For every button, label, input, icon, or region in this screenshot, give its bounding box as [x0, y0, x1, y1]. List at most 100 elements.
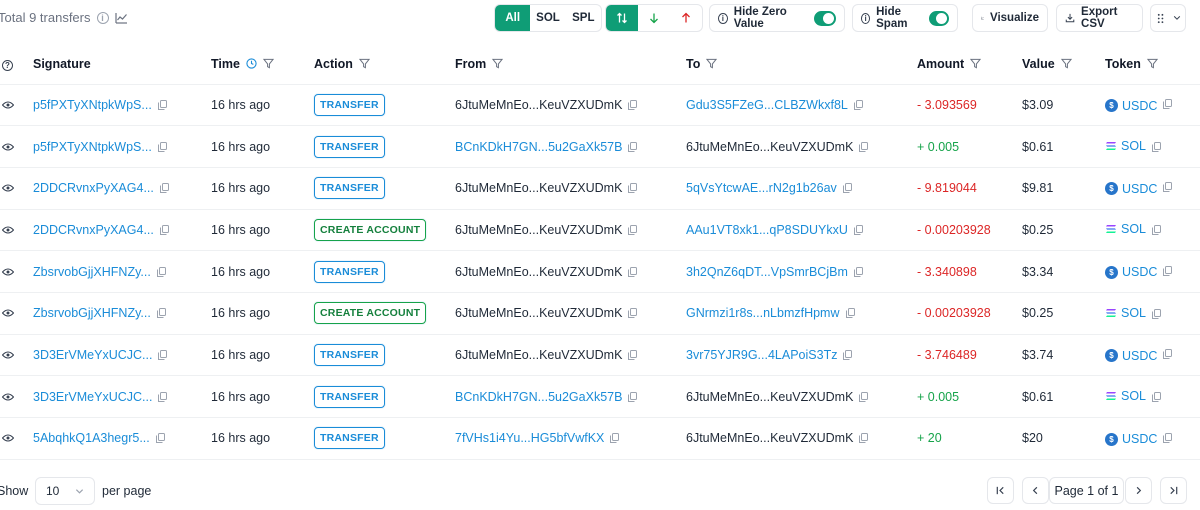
filter-spl-button[interactable]: SPL: [566, 5, 601, 31]
copy-icon[interactable]: [628, 308, 638, 319]
to-address[interactable]: GNrmzi1r8s...nLbmzfHpmw: [686, 306, 840, 320]
copy-icon[interactable]: [156, 266, 166, 277]
last-page-button[interactable]: [1160, 477, 1187, 504]
info-icon[interactable]: i: [96, 11, 109, 24]
copy-icon[interactable]: [1152, 225, 1162, 236]
from-address[interactable]: 6JtuMeMnEo...KeuVZXUDmK: [455, 181, 622, 195]
chart-icon[interactable]: [114, 12, 128, 24]
direction-out-button[interactable]: [670, 5, 702, 31]
token-link[interactable]: SOL: [1105, 222, 1146, 236]
signature-link[interactable]: 2DDCRvnxPyXAG4...: [33, 181, 154, 195]
from-address[interactable]: BCnKDkH7GN...5u2GaXk57B: [455, 390, 622, 404]
signature-link[interactable]: 2DDCRvnxPyXAG4...: [33, 223, 154, 237]
copy-icon[interactable]: [845, 308, 855, 319]
filter-sol-button[interactable]: SOL: [530, 5, 565, 31]
token-link[interactable]: $ USDC: [1105, 432, 1157, 446]
filter-icon[interactable]: [492, 58, 504, 69]
filter-all-button[interactable]: All: [495, 5, 531, 31]
to-address[interactable]: 3vr75YJR9G...4LAPoiS3Tz: [686, 348, 837, 362]
copy-icon[interactable]: [1163, 432, 1173, 443]
eye-icon[interactable]: [2, 268, 14, 276]
table-row[interactable]: 2DDCRvnxPyXAG4... 16 hrs ago TRANSFER 6JtuM…: [0, 166, 1200, 210]
copy-icon[interactable]: [628, 391, 638, 402]
copy-icon[interactable]: [843, 349, 853, 360]
first-page-button[interactable]: [987, 477, 1014, 504]
export-csv-button[interactable]: Export CSV: [1056, 4, 1143, 32]
token-link[interactable]: $ USDC: [1105, 349, 1157, 363]
copy-icon[interactable]: [628, 266, 638, 277]
filter-icon[interactable]: [262, 58, 274, 69]
copy-icon[interactable]: [1152, 308, 1162, 319]
eye-icon[interactable]: [2, 226, 14, 234]
toggle-switch[interactable]: [929, 10, 949, 26]
copy-icon[interactable]: [842, 183, 852, 194]
to-address[interactable]: 6JtuMeMnEo...KeuVZXUDmK: [686, 140, 853, 154]
direction-in-button[interactable]: [638, 5, 670, 31]
copy-icon[interactable]: [157, 99, 167, 110]
table-row[interactable]: p5fPXTyXNtpkWpS... 16 hrs ago TRANSFER BCnK…: [0, 125, 1200, 168]
copy-icon[interactable]: [156, 308, 166, 319]
signature-link[interactable]: 3D3ErVMeYxUCJC...: [33, 348, 152, 362]
signature-link[interactable]: p5fPXTyXNtpkWpS...: [33, 98, 152, 112]
copy-icon[interactable]: [859, 433, 869, 444]
copy-icon[interactable]: [853, 266, 863, 277]
signature-link[interactable]: p5fPXTyXNtpkWpS...: [33, 140, 152, 154]
table-row[interactable]: 5AbqhkQ1A3hegr5... 16 hrs ago TRANSFER 7fVH…: [0, 417, 1200, 460]
clock-icon[interactable]: [246, 58, 257, 69]
eye-icon[interactable]: [2, 351, 14, 359]
copy-icon[interactable]: [1163, 99, 1173, 110]
from-address[interactable]: 6JtuMeMnEo...KeuVZXUDmK: [455, 348, 622, 362]
copy-icon[interactable]: [159, 183, 169, 194]
more-options-button[interactable]: [1150, 4, 1186, 32]
eye-icon[interactable]: [2, 434, 14, 442]
eye-icon[interactable]: [2, 101, 14, 109]
token-link[interactable]: SOL: [1105, 389, 1146, 403]
table-row[interactable]: 2DDCRvnxPyXAG4... 16 hrs ago CREATE ACCOUN…: [0, 208, 1200, 251]
signature-link[interactable]: ZbsrvobGjjXHFNZy...: [33, 265, 151, 279]
copy-icon[interactable]: [859, 141, 869, 152]
table-row[interactable]: ZbsrvobGjjXHFNZy... 16 hrs ago TRANSFER 6Jt…: [0, 250, 1200, 293]
to-address[interactable]: Gdu3S5FZeG...CLBZWkxf8L: [686, 98, 848, 112]
from-address[interactable]: BCnKDkH7GN...5u2GaXk57B: [455, 140, 622, 154]
eye-icon[interactable]: [2, 184, 14, 192]
copy-icon[interactable]: [853, 224, 863, 235]
copy-icon[interactable]: [628, 141, 638, 152]
copy-icon[interactable]: [610, 433, 620, 444]
page-size-select[interactable]: 10: [35, 477, 95, 505]
filter-icon[interactable]: [1060, 58, 1072, 69]
eye-icon[interactable]: [2, 309, 14, 317]
table-row[interactable]: 3D3ErVMeYxUCJC... 16 hrs ago TRANSFER 6JtuM…: [0, 333, 1200, 376]
signature-link[interactable]: ZbsrvobGjjXHFNZy...: [33, 306, 151, 320]
from-address[interactable]: 6JtuMeMnEo...KeuVZXUDmK: [455, 306, 622, 320]
token-link[interactable]: $ USDC: [1105, 99, 1157, 113]
toggle-switch[interactable]: [814, 10, 836, 26]
copy-icon[interactable]: [1163, 349, 1173, 360]
copy-icon[interactable]: [628, 99, 638, 110]
copy-icon[interactable]: [628, 224, 638, 235]
token-link[interactable]: SOL: [1105, 139, 1146, 153]
table-row[interactable]: ZbsrvobGjjXHFNZy... 16 hrs ago CREATE ACCO…: [0, 291, 1200, 335]
copy-icon[interactable]: [1163, 182, 1173, 193]
eye-icon[interactable]: [2, 393, 14, 401]
to-address[interactable]: 6JtuMeMnEo...KeuVZXUDmK: [686, 390, 853, 404]
copy-icon[interactable]: [158, 349, 168, 360]
copy-icon[interactable]: [159, 224, 169, 235]
copy-icon[interactable]: [155, 433, 165, 444]
hide-zero-value-toggle[interactable]: i Hide Zero Value: [709, 4, 845, 32]
from-address[interactable]: 7fVHs1i4Yu...HG5bfVwfKX: [455, 431, 604, 445]
copy-icon[interactable]: [1152, 142, 1162, 153]
copy-icon[interactable]: [157, 141, 167, 152]
table-row[interactable]: p5fPXTyXNtpkWpS... 16 hrs ago TRANSFER 6Jtu…: [0, 83, 1200, 126]
visualize-button[interactable]: Visualize: [972, 4, 1048, 32]
filter-icon[interactable]: [970, 58, 982, 69]
next-page-button[interactable]: [1125, 477, 1152, 504]
hide-spam-toggle[interactable]: i Hide Spam: [852, 4, 958, 32]
previous-page-button[interactable]: [1022, 477, 1049, 504]
from-address[interactable]: 6JtuMeMnEo...KeuVZXUDmK: [455, 223, 622, 237]
from-address[interactable]: 6JtuMeMnEo...KeuVZXUDmK: [455, 98, 622, 112]
copy-icon[interactable]: [628, 183, 638, 194]
signature-link[interactable]: 5AbqhkQ1A3hegr5...: [33, 431, 150, 445]
copy-icon[interactable]: [859, 391, 869, 402]
to-address[interactable]: 6JtuMeMnEo...KeuVZXUDmK: [686, 431, 853, 445]
filter-icon[interactable]: [1146, 58, 1158, 69]
